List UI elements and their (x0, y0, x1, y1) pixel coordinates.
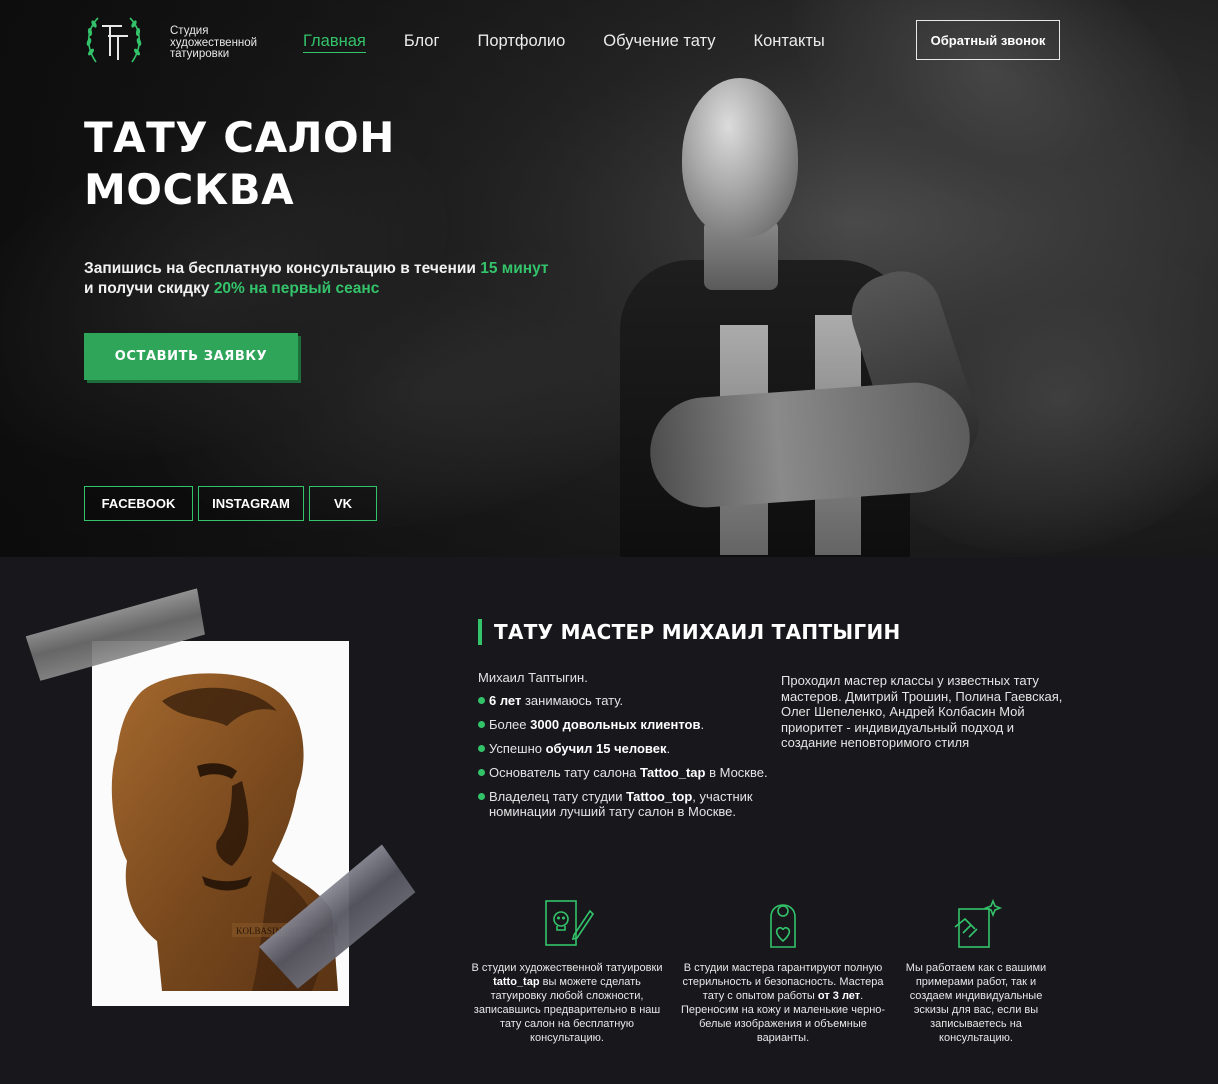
about-title: ТАТУ МАСТЕР МИХАИЛ ТАПТЫГИН (478, 619, 901, 645)
nav-link-training[interactable]: Обучение тату (603, 31, 715, 53)
facebook-link[interactable]: FACEBOOK (84, 486, 193, 521)
list-item: Владелец тату студии Tattoo_top, участни… (478, 789, 768, 819)
hero-master-photo (600, 70, 1020, 557)
vk-link[interactable]: VK (309, 486, 377, 521)
instagram-link[interactable]: INSTAGRAM (198, 486, 304, 521)
about-facts: Михаил Таптыгин. 6 лет занимаюсь тату. Б… (478, 670, 768, 828)
door-hanger-heart-icon (770, 904, 796, 948)
logo-icon[interactable] (84, 8, 144, 72)
list-item: Основатель тату салона Tattoo_tap в Моск… (478, 765, 768, 780)
about-master-section: KOLBASIN TATTOO SCHO ТАТУ МАСТЕР МИХАИЛ … (0, 557, 1218, 1084)
submit-request-button[interactable]: ОСТАВИТЬ ЗАЯВКУ (84, 333, 298, 380)
nav-link-blog[interactable]: Блог (404, 31, 440, 53)
facts-list: 6 лет занимаюсь тату. Более 3000 довольн… (478, 693, 768, 819)
main-nav: Главная Блог Портфолио Обучение тату Кон… (303, 31, 863, 53)
feature-consultation: В студии художественной татуировки tatto… (466, 897, 668, 1045)
nav-link-portfolio[interactable]: Портфолио (477, 31, 565, 53)
social-links: FACEBOOK INSTAGRAM VK (84, 486, 377, 521)
list-item: Более 3000 довольных клиентов. (478, 717, 768, 732)
feature-sterility: В студии мастера гарантируют полную стер… (673, 897, 893, 1045)
about-description: Проходил мастер классы у известных тату … (781, 673, 1063, 750)
list-item: Успешно обучил 15 человек. (478, 741, 768, 756)
skull-document-pen-icon (545, 900, 594, 946)
nav-link-contacts[interactable]: Контакты (754, 31, 825, 53)
hero-title: ТАТУ САЛОН МОСКВА (84, 113, 395, 214)
hero-section: Студия художественной татуировки Главная… (0, 0, 1218, 557)
callback-button[interactable]: Обратный звонок (916, 20, 1060, 60)
hero-subtitle: Запишись на бесплатную консультацию в те… (84, 260, 549, 297)
logo-text[interactable]: Студия художественной татуировки (170, 25, 257, 61)
nav-link-home[interactable]: Главная (303, 31, 366, 53)
about-intro: Михаил Таптыгин. (478, 670, 588, 685)
list-item: 6 лет занимаюсь тату. (478, 693, 768, 708)
hand-sketch-sparkle-icon (954, 898, 1003, 948)
site-header: Студия художественной татуировки Главная… (0, 0, 1218, 82)
feature-custom-sketches: Мы работаем как с вашими примерами работ… (896, 897, 1056, 1045)
